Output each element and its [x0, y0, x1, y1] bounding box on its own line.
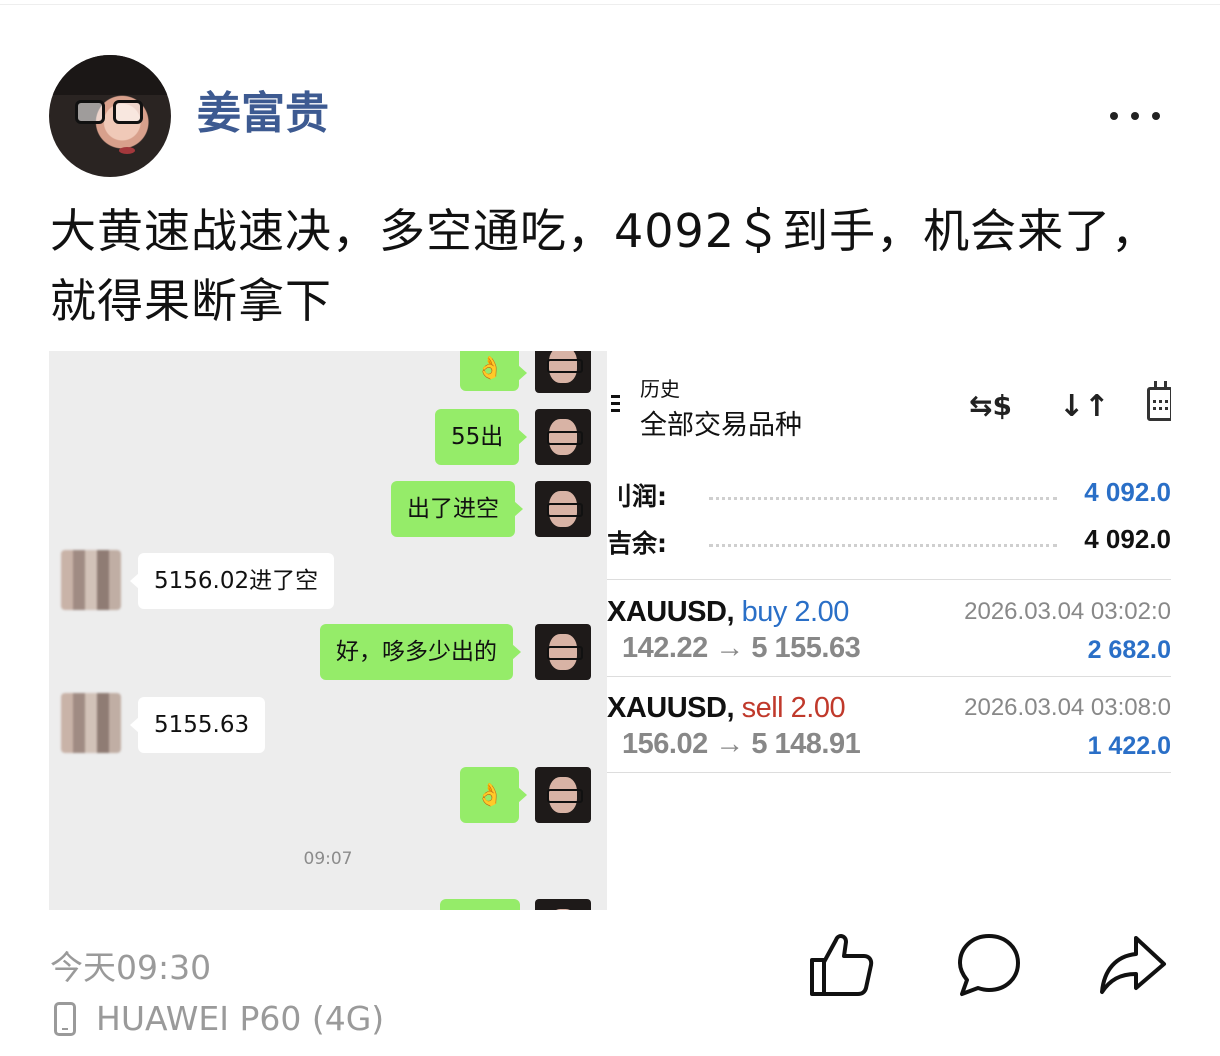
- ok-hand-icon: 👌: [476, 783, 504, 808]
- leader-dots: [709, 497, 1057, 500]
- trade-history-screenshot[interactable]: 历史 全部交易品种 ⇆$ ↓↑ 刂润: 4 092.0 吉余: 4 092.0 …: [607, 351, 1171, 910]
- chat-avatar-other: [61, 550, 121, 610]
- deal-profit: 1 422.0: [1087, 732, 1171, 760]
- more-options-icon[interactable]: [1110, 106, 1160, 126]
- deal-direction: buy 2.00: [741, 596, 850, 628]
- deal-prices: 156.02 → 5 148.91: [622, 728, 861, 760]
- profit-row: 刂润: 4 092.0: [607, 477, 1171, 513]
- symbol-text: XAUUSD,: [607, 596, 735, 628]
- chat-bubble: 👌: [460, 767, 528, 823]
- deal-direction: sell 2.00: [741, 692, 846, 724]
- sort-icon: ↓↑: [1059, 389, 1110, 424]
- history-title: 历史: [640, 377, 680, 401]
- chat-bubble: 好，哆多少出的: [320, 624, 521, 680]
- avatar-hair: [49, 55, 171, 95]
- username[interactable]: 姜富贵: [197, 86, 329, 142]
- profit-label: 刂润:: [607, 482, 667, 511]
- deal-profit: 2 682.0: [1087, 636, 1171, 664]
- device-info: HUAWEI P60 (4G): [54, 999, 384, 1038]
- deal-datetime: 2026.03.04 03:02:0: [964, 598, 1171, 625]
- chat-avatar-self: [535, 767, 591, 823]
- deal-symbol: XAUUSD, buy 2.00: [607, 596, 849, 629]
- menu-icon: [611, 395, 623, 413]
- post-time: 今天09:30: [50, 948, 212, 987]
- chat-timestamp: 09:07: [303, 849, 353, 869]
- divider: [607, 579, 1171, 580]
- deal-prices: 142.22 → 5 155.63: [622, 632, 861, 664]
- chat-avatar-self: [535, 351, 591, 393]
- balance-row: 吉余: 4 092.0: [607, 524, 1171, 560]
- divider: [607, 676, 1171, 677]
- deal-row[interactable]: XAUUSD, sell 2.00 156.02 → 5 148.91 2026…: [607, 688, 1171, 778]
- avatar[interactable]: [49, 55, 171, 177]
- chat-avatar-other: [61, 693, 121, 753]
- divider: [607, 772, 1171, 773]
- balance-value: 4 092.0: [1084, 524, 1171, 554]
- symbol-text: XAUUSD,: [607, 692, 735, 724]
- chat-bubble: 👌: [460, 351, 528, 391]
- post-text: 大黄速战速决，多空通吃，4092＄到手，机会来了，就得果断拿下: [50, 204, 1159, 328]
- chat-bubble: 5155.63: [129, 697, 266, 753]
- chat-avatar-self: [535, 624, 591, 680]
- chat-bubble: 5156.02进了空: [129, 553, 335, 609]
- chat-bubble: 55出: [435, 409, 528, 465]
- balance-label: 吉余:: [607, 529, 667, 558]
- chat-screenshot[interactable]: 👌 55出 出了进空 5156.02进了空 好，哆多少出的 5155.63 👌 …: [49, 351, 607, 910]
- avatar-lips: [119, 147, 135, 154]
- ok-hand-icon: 👌: [476, 356, 504, 381]
- deal-datetime: 2026.03.04 03:08:0: [964, 694, 1171, 721]
- share-icon[interactable]: [1098, 930, 1168, 1000]
- leader-dots: [709, 544, 1057, 547]
- profit-value: 4 092.0: [1084, 477, 1171, 507]
- deal-row[interactable]: XAUUSD, buy 2.00 142.22 → 5 155.63 2026.…: [607, 592, 1171, 682]
- history-subtitle: 全部交易品种: [640, 410, 802, 441]
- device-name: HUAWEI P60 (4G): [96, 999, 385, 1038]
- calendar-icon: [1147, 381, 1171, 421]
- chat-bubble: 出了进空: [391, 481, 523, 537]
- like-icon[interactable]: [806, 930, 876, 1000]
- chat-avatar-self: [535, 409, 591, 465]
- currency-swap-icon: ⇆$: [969, 389, 1012, 422]
- deal-symbol: XAUUSD, sell 2.00: [607, 692, 846, 725]
- comment-icon[interactable]: [954, 930, 1024, 1000]
- chat-bubble: [440, 899, 520, 910]
- chat-avatar-self: [535, 481, 591, 537]
- chat-avatar-self: [535, 899, 591, 910]
- avatar-glasses: [75, 100, 145, 126]
- phone-icon: [54, 1001, 76, 1036]
- top-divider: [0, 4, 1220, 5]
